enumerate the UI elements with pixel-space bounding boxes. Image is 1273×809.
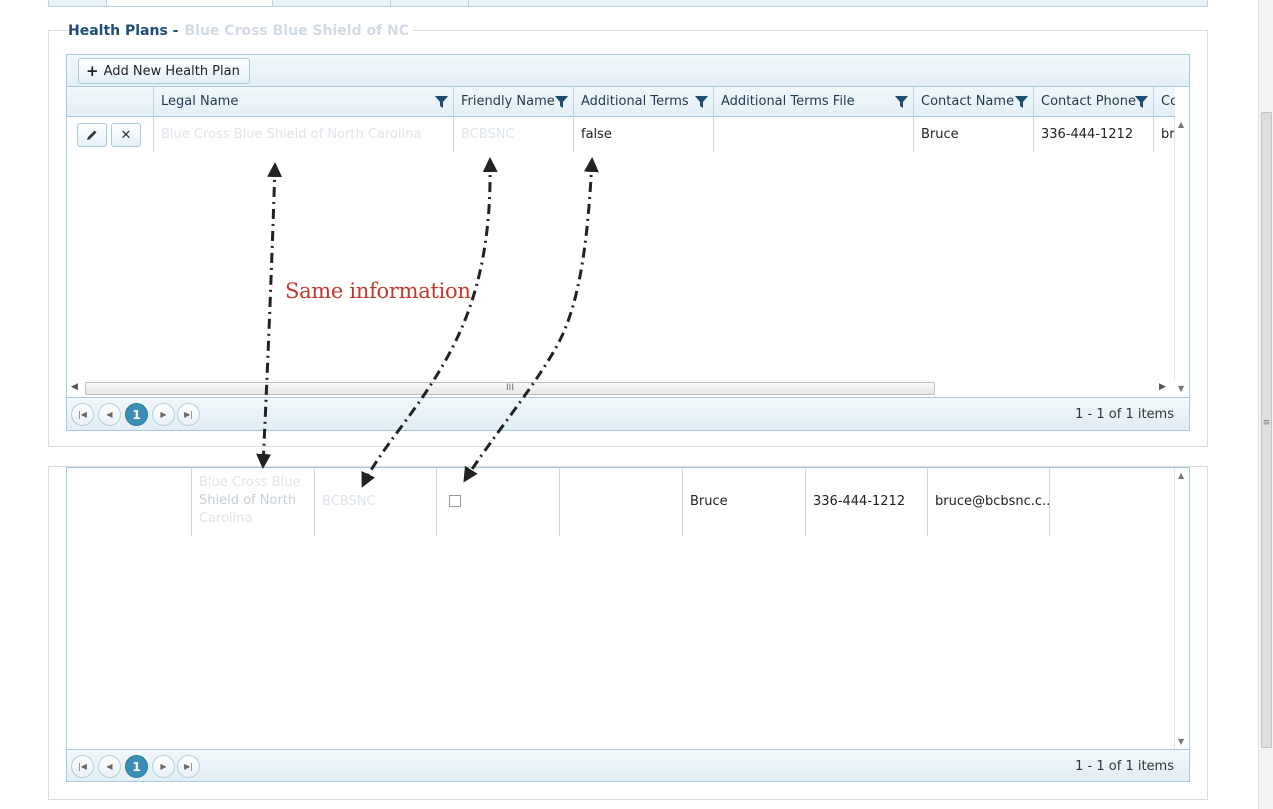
section-title: Health Plans - Blue Cross Blue Shield of …: [68, 21, 414, 41]
scroll-left-icon[interactable]: ◀: [71, 382, 78, 392]
filter-icon[interactable]: [895, 95, 908, 109]
cell-contact-phone: 336-444-1212: [805, 468, 927, 536]
section-title-text: Health Plans -: [68, 23, 179, 39]
tab[interactable]: [391, 0, 469, 6]
additional-terms-checkbox[interactable]: [449, 495, 461, 507]
header-label: Additional Terms: [581, 94, 689, 109]
last-page-icon: ▶|: [184, 762, 193, 771]
table-row[interactable]: ✕ Blue Cross Blue Shield of North Caroli…: [67, 117, 1175, 152]
tab[interactable]: [273, 0, 391, 6]
plus-icon: +: [86, 61, 99, 80]
command-cell: [67, 468, 191, 536]
header-contact-email[interactable]: Co: [1153, 87, 1175, 117]
filter-icon[interactable]: [695, 95, 708, 109]
vertical-scrollbar[interactable]: ▲ ▼: [1174, 468, 1189, 749]
first-page-button[interactable]: |◀: [71, 755, 94, 778]
command-cell: ✕: [67, 117, 153, 152]
edit-button[interactable]: [77, 123, 107, 147]
prev-page-icon: ◀: [106, 762, 113, 771]
cell-additional-terms: [436, 468, 559, 536]
add-health-plan-label: Add New Health Plan: [103, 63, 240, 79]
current-page[interactable]: 1: [125, 403, 148, 426]
cell-additional-terms-file: [559, 468, 682, 536]
first-page-icon: |◀: [78, 762, 87, 771]
edit-icon: [87, 130, 97, 140]
delete-icon: ✕: [120, 127, 132, 143]
scroll-down-icon[interactable]: ▼: [1178, 384, 1184, 393]
header-additional-terms[interactable]: Additional Terms: [573, 87, 713, 117]
cell-friendly-name: BCBSNC: [314, 468, 436, 536]
filter-icon[interactable]: [1015, 95, 1028, 109]
cell-contact-email: bruce@bcbsnc.c...: [927, 468, 1050, 536]
grid-pager: |◀ ◀ 1 ▶ ▶| 1 - 1 of 1 items: [67, 749, 1189, 781]
header-label: Friendly Name: [461, 94, 555, 109]
add-health-plan-button[interactable]: + Add New Health Plan: [78, 58, 250, 84]
first-page-icon: |◀: [78, 410, 87, 419]
header-contact-phone[interactable]: Contact Phone: [1033, 87, 1153, 117]
current-page[interactable]: 1: [125, 755, 148, 778]
header-label: Contact Phone: [1041, 94, 1136, 109]
legal-name-line: Blue Cross Blue: [199, 475, 301, 490]
grid-pager: |◀ ◀ 1 ▶ ▶| 1 - 1 of 1 items: [67, 397, 1189, 430]
table-row[interactable]: Blue Cross Blue Shield of North Carolina…: [67, 468, 1175, 536]
cell-contact-phone: 336-444-1212: [1033, 117, 1153, 152]
prev-page-button[interactable]: ◀: [98, 755, 121, 778]
filter-icon[interactable]: [555, 95, 568, 109]
delete-button[interactable]: ✕: [111, 123, 141, 147]
cell-friendly-name: BCBSNC: [453, 117, 573, 152]
cell-legal-name: Blue Cross Blue Shield of North Carolina: [191, 468, 314, 536]
section-title-blurred: Blue Cross Blue Shield of NC: [184, 23, 410, 39]
scroll-up-icon[interactable]: ▲: [1178, 120, 1184, 129]
horizontal-scrollbar[interactable]: ◀ III ▶: [67, 380, 1175, 396]
cell-contact-name: Bruce: [682, 468, 805, 536]
header-additional-terms-file[interactable]: Additional Terms File: [713, 87, 913, 117]
first-page-button[interactable]: |◀: [71, 403, 94, 426]
header-label: Co: [1161, 94, 1175, 109]
tab-active[interactable]: [107, 0, 273, 6]
header-label: Contact Name: [921, 94, 1015, 109]
cell-legal-name: Blue Cross Blue Shield of North Carolina: [153, 117, 453, 152]
next-page-button[interactable]: ▶: [152, 755, 175, 778]
next-page-button[interactable]: ▶: [152, 403, 175, 426]
last-page-icon: ▶|: [184, 410, 193, 419]
header-friendly-name[interactable]: Friendly Name: [453, 87, 573, 117]
header-command-cell: [67, 87, 153, 117]
header-label: Legal Name: [161, 94, 239, 109]
legal-name-line: Carolina: [199, 511, 253, 526]
vertical-scrollbar[interactable]: ▲ ▼: [1174, 117, 1189, 396]
scroll-up-icon[interactable]: ▲: [1178, 471, 1184, 480]
pager-info: 1 - 1 of 1 items: [1075, 407, 1174, 422]
health-plans-grid: + Add New Health Plan Legal Name Friendl…: [66, 54, 1190, 431]
grid-toolbar: + Add New Health Plan: [67, 55, 1189, 87]
filter-icon[interactable]: [435, 95, 448, 109]
header-legal-name[interactable]: Legal Name: [153, 87, 453, 117]
next-page-icon: ▶: [160, 410, 167, 419]
cell-additional-terms: false: [573, 117, 713, 152]
header-label: Additional Terms File: [721, 94, 855, 109]
health-plans-grid-2: Blue Cross Blue Shield of North Carolina…: [66, 467, 1190, 782]
prev-page-icon: ◀: [106, 410, 113, 419]
scroll-down-icon[interactable]: ▼: [1178, 737, 1184, 746]
page-scrollbar[interactable]: ≡: [1258, 0, 1273, 809]
header-contact-name[interactable]: Contact Name: [913, 87, 1033, 117]
tab[interactable]: [49, 0, 107, 6]
last-page-button[interactable]: ▶|: [177, 403, 200, 426]
pager-info: 1 - 1 of 1 items: [1075, 759, 1174, 774]
scroll-thumb[interactable]: III: [85, 382, 935, 395]
legal-name-line: Shield of North: [199, 493, 297, 508]
last-page-button[interactable]: ▶|: [177, 755, 200, 778]
top-tab-strip: [48, 0, 1208, 7]
cell-additional-terms-file: [713, 117, 913, 152]
cell-contact-name: Bruce: [913, 117, 1033, 152]
scroll-right-icon[interactable]: ▶: [1159, 382, 1166, 392]
annotation-label: Same information: [285, 279, 471, 303]
cell-contact-email: br: [1153, 117, 1175, 152]
prev-page-button[interactable]: ◀: [98, 403, 121, 426]
filter-icon[interactable]: [1135, 95, 1148, 109]
grid-header: Legal Name Friendly Name Additional Term…: [67, 87, 1175, 117]
next-page-icon: ▶: [160, 762, 167, 771]
page-scroll-thumb[interactable]: ≡: [1261, 112, 1272, 748]
